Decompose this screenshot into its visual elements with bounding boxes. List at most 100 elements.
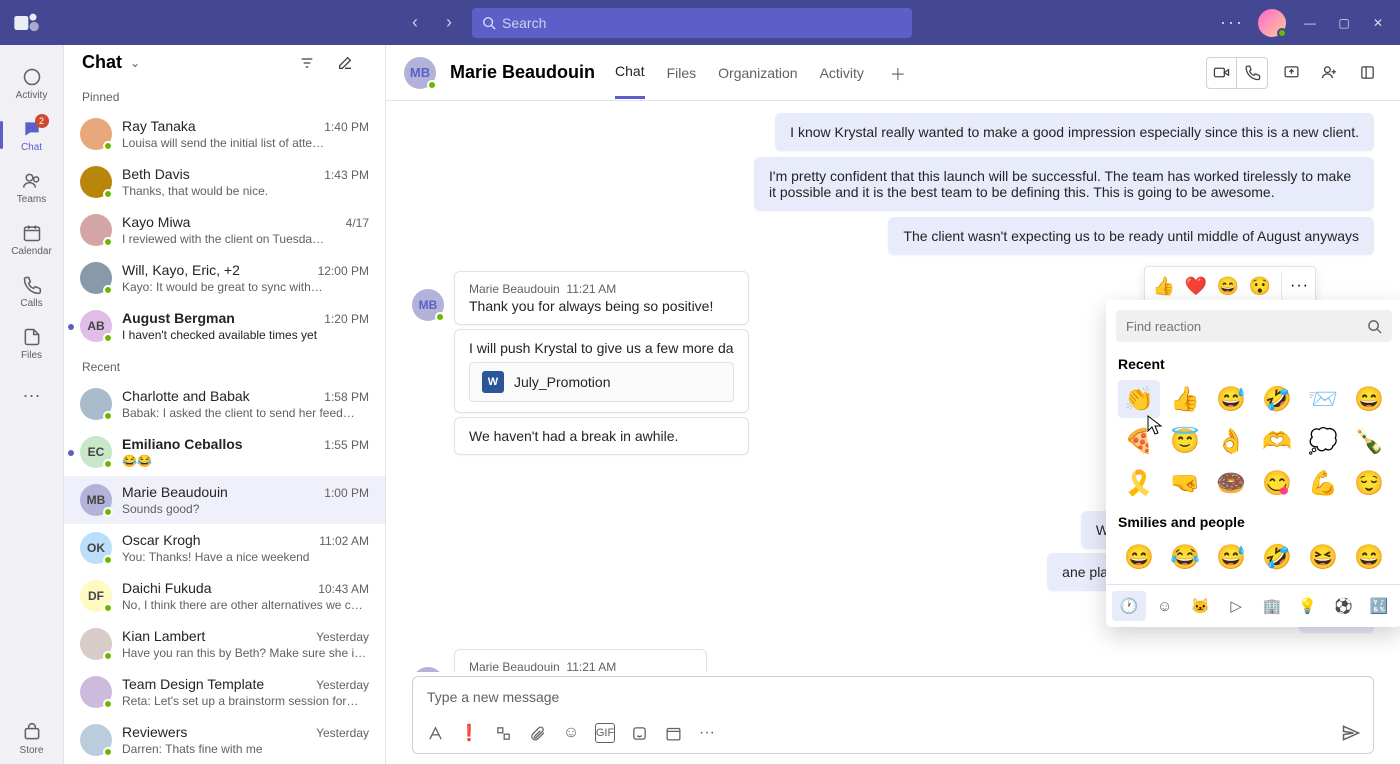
message-bubble[interactable]: Marie Beaudouin 11:21 AM Yes! That would… bbox=[454, 649, 707, 672]
tab-files[interactable]: Files bbox=[667, 48, 697, 98]
chat-list-item[interactable]: Ray Tanaka1:40 PMLouisa will send the in… bbox=[64, 110, 385, 158]
chat-list-item[interactable]: DFDaichi Fukuda10:43 AMNo, I think there… bbox=[64, 572, 385, 620]
chat-list-item[interactable]: Kayo Miwa4/17I reviewed with the client … bbox=[64, 206, 385, 254]
message-bubble[interactable]: We haven't had a break in awhile. bbox=[454, 417, 749, 455]
emoji-cell[interactable]: 😆 bbox=[1302, 538, 1344, 576]
chat-list-item[interactable]: ReviewersYesterdayDarren: Thats fine wit… bbox=[64, 716, 385, 764]
reaction-surprised[interactable]: 😯 bbox=[1245, 271, 1275, 301]
chat-list-item[interactable]: Kian LambertYesterdayHave you ran this b… bbox=[64, 620, 385, 668]
format-icon[interactable] bbox=[425, 723, 445, 743]
emoji-cell[interactable]: 🍩 bbox=[1210, 464, 1252, 502]
reaction-laugh[interactable]: 😄 bbox=[1213, 271, 1243, 301]
filter-button[interactable] bbox=[299, 48, 329, 78]
emoji-cell[interactable]: 💭 bbox=[1302, 422, 1344, 460]
chat-list-item[interactable]: Will, Kayo, Eric, +212:00 PMKayo: It wou… bbox=[64, 254, 385, 302]
rail-teams[interactable]: Teams bbox=[0, 161, 63, 213]
send-button[interactable] bbox=[1341, 723, 1361, 743]
message-avatar[interactable]: MB bbox=[412, 289, 444, 321]
message-bubble[interactable]: Marie Beaudouin 11:21 AM Thank you for a… bbox=[454, 271, 749, 325]
minimize-button[interactable]: — bbox=[1300, 13, 1320, 33]
message-bubble[interactable]: I will push Krystal to give us a few mor… bbox=[454, 329, 749, 413]
chat-list-item[interactable]: Charlotte and Babak1:58 PMBabak: I asked… bbox=[64, 380, 385, 428]
emoji-cell[interactable]: 🫶 bbox=[1256, 422, 1298, 460]
emoji-category[interactable]: ⚽ bbox=[1327, 591, 1361, 621]
rail-calendar[interactable]: Calendar bbox=[0, 213, 63, 265]
emoji-search-input[interactable] bbox=[1126, 319, 1361, 334]
gif-icon[interactable]: GIF bbox=[595, 723, 615, 743]
emoji-category[interactable]: 🐱 bbox=[1184, 591, 1218, 621]
loop-icon[interactable] bbox=[493, 723, 513, 743]
rail-calls[interactable]: Calls bbox=[0, 265, 63, 317]
emoji-category[interactable]: 🏢 bbox=[1255, 591, 1289, 621]
rail-chat[interactable]: 2 Chat bbox=[0, 109, 63, 161]
close-button[interactable]: ✕ bbox=[1368, 13, 1388, 33]
more-reactions-button[interactable]: ··· bbox=[1281, 271, 1311, 301]
emoji-cell[interactable]: 🍾 bbox=[1348, 422, 1390, 460]
reaction-heart[interactable]: ❤️ bbox=[1181, 271, 1211, 301]
header-avatar[interactable]: MB bbox=[404, 57, 436, 89]
emoji-cell[interactable]: 😄 bbox=[1348, 538, 1390, 576]
emoji-cell[interactable]: 😋 bbox=[1256, 464, 1298, 502]
reaction-thumbs-up[interactable]: 👍 bbox=[1149, 271, 1179, 301]
video-call-button[interactable] bbox=[1207, 58, 1237, 88]
emoji-cell[interactable]: 😅 bbox=[1210, 538, 1252, 576]
tab-chat[interactable]: Chat bbox=[615, 46, 645, 99]
emoji-category[interactable]: ▷ bbox=[1219, 591, 1253, 621]
rail-files[interactable]: Files bbox=[0, 317, 63, 369]
nav-forward-button[interactable]: › bbox=[434, 8, 464, 38]
chat-list-item[interactable]: ABAugust Bergman1:20 PMI haven't checked… bbox=[64, 302, 385, 350]
file-attachment[interactable]: W July_Promotion bbox=[469, 362, 734, 402]
share-screen-button[interactable] bbox=[1276, 58, 1306, 88]
emoji-cell[interactable]: 🎗️ bbox=[1118, 464, 1160, 502]
schedule-icon[interactable] bbox=[663, 723, 683, 743]
nav-back-button[interactable]: ‹ bbox=[400, 8, 430, 38]
emoji-icon[interactable]: ☺ bbox=[561, 723, 581, 743]
tab-activity[interactable]: Activity bbox=[820, 48, 864, 98]
chat-list-item[interactable]: ECEmiliano Ceballos1:55 PM😂😂 bbox=[64, 428, 385, 476]
emoji-search[interactable] bbox=[1116, 310, 1392, 342]
emoji-cell[interactable]: 😅 bbox=[1210, 380, 1252, 418]
message-bubble[interactable]: I'm pretty confident that this launch wi… bbox=[754, 157, 1374, 211]
add-people-button[interactable] bbox=[1314, 58, 1344, 88]
emoji-cell[interactable]: 🍕 bbox=[1118, 422, 1160, 460]
emoji-cell[interactable]: 👌 bbox=[1210, 422, 1252, 460]
message-bubble[interactable]: The client wasn't expecting us to be rea… bbox=[888, 217, 1374, 255]
emoji-cell[interactable]: 😂 bbox=[1164, 538, 1206, 576]
important-icon[interactable]: ❗ bbox=[459, 723, 479, 743]
new-chat-button[interactable] bbox=[337, 48, 367, 78]
emoji-cell[interactable]: 😄 bbox=[1348, 380, 1390, 418]
emoji-cell[interactable]: 💪 bbox=[1302, 464, 1344, 502]
maximize-button[interactable]: ▢ bbox=[1334, 13, 1354, 33]
popout-button[interactable] bbox=[1352, 58, 1382, 88]
chat-list-item[interactable]: MBMarie Beaudouin1:00 PMSounds good? bbox=[64, 476, 385, 524]
profile-avatar[interactable] bbox=[1258, 9, 1286, 37]
chat-list-item[interactable]: OKOscar Krogh11:02 AMYou: Thanks! Have a… bbox=[64, 524, 385, 572]
emoji-category[interactable]: ☺ bbox=[1148, 591, 1182, 621]
chevron-down-icon[interactable]: ⌄ bbox=[130, 56, 140, 70]
message-avatar[interactable]: MB bbox=[412, 667, 444, 672]
tab-organization[interactable]: Organization bbox=[718, 48, 797, 98]
message-bubble[interactable]: I know Krystal really wanted to make a g… bbox=[775, 113, 1374, 151]
emoji-category[interactable]: 🕐 bbox=[1112, 591, 1146, 621]
attach-icon[interactable] bbox=[527, 723, 547, 743]
chat-list-item[interactable]: Beth Davis1:43 PMThanks, that would be n… bbox=[64, 158, 385, 206]
emoji-cell[interactable]: 📨 bbox=[1302, 380, 1344, 418]
global-search[interactable] bbox=[472, 8, 912, 38]
chat-list-item[interactable]: Team Design TemplateYesterdayReta: Let's… bbox=[64, 668, 385, 716]
message-input[interactable]: Type a new message bbox=[413, 677, 1373, 717]
emoji-cell[interactable]: 🤣 bbox=[1256, 538, 1298, 576]
compose-more-icon[interactable]: ··· bbox=[697, 723, 717, 743]
rail-activity[interactable]: Activity bbox=[0, 57, 63, 109]
emoji-category[interactable]: 💡 bbox=[1291, 591, 1325, 621]
settings-menu-button[interactable]: ··· bbox=[1220, 12, 1244, 33]
add-tab-button[interactable]: ＋ bbox=[890, 61, 906, 85]
search-input[interactable] bbox=[502, 15, 902, 31]
emoji-category[interactable]: 🔣 bbox=[1362, 591, 1396, 621]
sticker-icon[interactable] bbox=[629, 723, 649, 743]
emoji-cell[interactable]: 👍 bbox=[1164, 380, 1206, 418]
emoji-cell[interactable]: 👏 bbox=[1118, 380, 1160, 418]
audio-call-button[interactable] bbox=[1237, 58, 1267, 88]
emoji-cell[interactable]: 🤜 bbox=[1164, 464, 1206, 502]
emoji-cell[interactable]: 🤣 bbox=[1256, 380, 1298, 418]
emoji-cell[interactable]: 😄 bbox=[1118, 538, 1160, 576]
